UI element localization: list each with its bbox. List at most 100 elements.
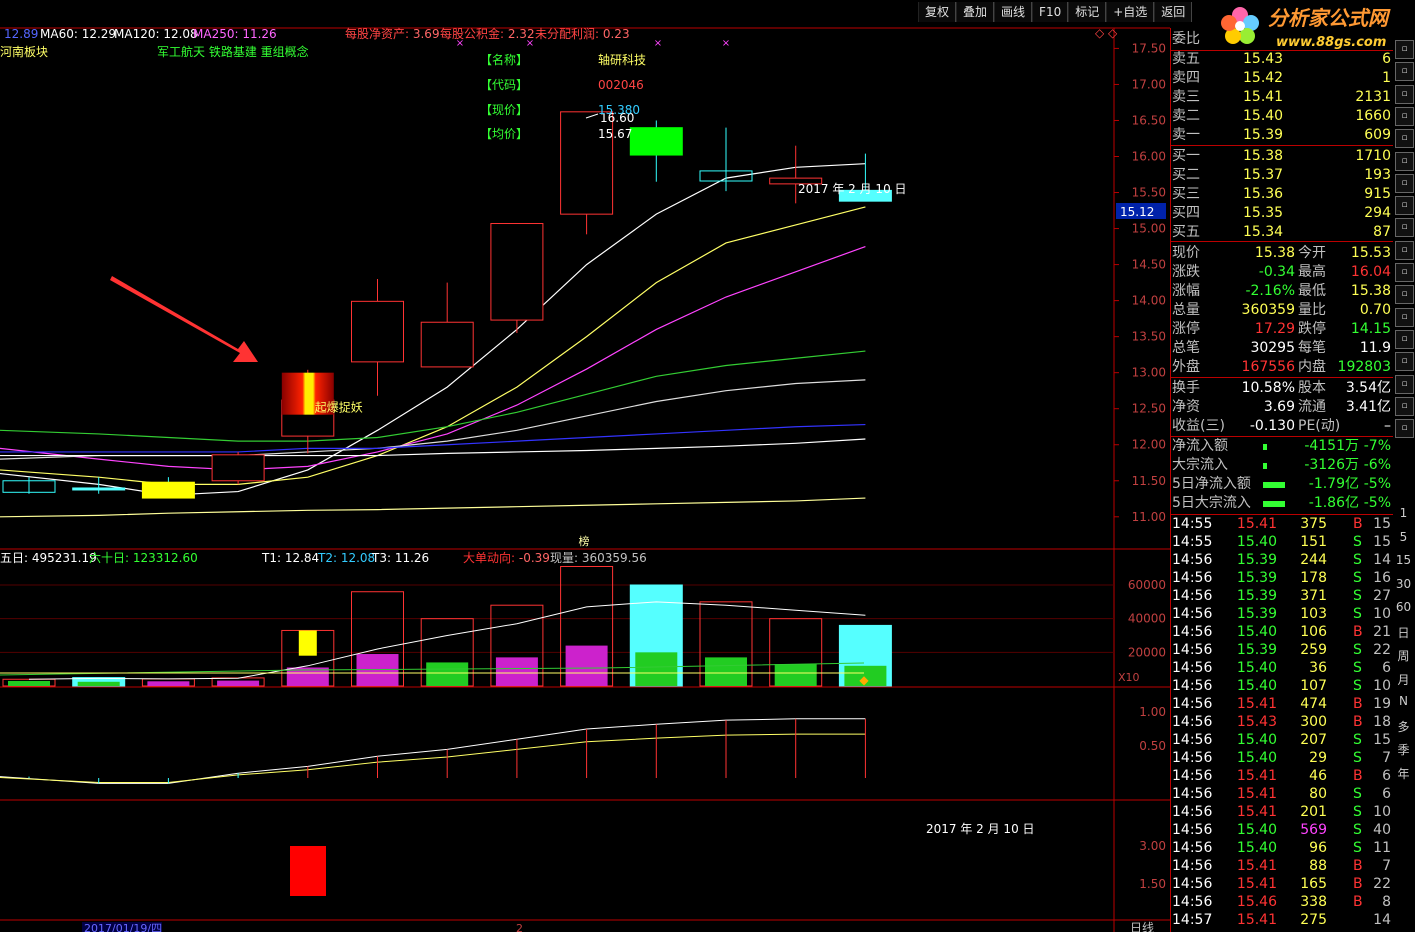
period-0[interactable]: 1	[1392, 506, 1415, 520]
toolbar-btn-4[interactable]: 标记	[1068, 2, 1107, 22]
f3-icon[interactable]: ▫	[1395, 285, 1414, 305]
flow-value: -4151万	[1304, 438, 1359, 454]
tick-count: 27	[1373, 588, 1391, 604]
period-6[interactable]: 周	[1392, 647, 1415, 664]
flow-label: 5日净流入额	[1172, 476, 1251, 492]
tick-price: 15.40	[1236, 840, 1277, 856]
tick-bs: S	[1353, 570, 1362, 586]
flow-value: -3126万	[1304, 457, 1359, 473]
divider	[1171, 377, 1393, 378]
rsi-icon[interactable]: ▫	[1395, 352, 1414, 372]
tick-vol: 201	[1300, 804, 1327, 820]
toolbar-btn-2[interactable]: 画线	[994, 2, 1033, 22]
rpt-icon[interactable]: ▫	[1395, 40, 1414, 59]
tick-time: 14:56	[1172, 570, 1213, 586]
tick-count: 18	[1373, 714, 1391, 730]
tick-count: 8	[1382, 894, 1391, 910]
tick-bs: B	[1353, 714, 1363, 730]
list-icon[interactable]: ▫	[1395, 84, 1414, 104]
tick-vol: 338	[1300, 894, 1327, 910]
tick-bs: S	[1353, 642, 1362, 658]
macd-icon[interactable]: ▫	[1395, 329, 1414, 349]
f2-icon[interactable]: ▫	[1395, 263, 1414, 282]
period-11[interactable]: 年	[1392, 765, 1415, 782]
big-order-label: 大单动向: -0.39	[463, 550, 550, 565]
tick-time: 14:56	[1172, 678, 1213, 694]
doc-icon[interactable]: ▫	[1395, 218, 1414, 238]
period-7[interactable]: 月	[1392, 671, 1415, 688]
period-4[interactable]: 60	[1392, 600, 1415, 614]
inner-volume-bar	[147, 681, 190, 686]
period-3[interactable]: 30	[1392, 577, 1415, 591]
tick-price: 15.40	[1236, 750, 1277, 766]
toolbar-btn-0[interactable]: 复权	[918, 2, 957, 22]
y-tick-label: 16.00	[1132, 150, 1166, 164]
y-tick-label: 15.00	[1132, 222, 1166, 236]
period-5[interactable]: 日	[1392, 624, 1415, 641]
tool-strip: ▫ ▫ ▫ ▫ ▫ ▫ ▫ ▫ ▫ ▫ ▫ ▫ ▫ ▫ ▫ ▫ ▫ ▫ 1 5 15 30 60 日周月 N 多季年	[1392, 40, 1415, 932]
tick-vol: 106	[1300, 624, 1327, 640]
page-icon[interactable]: ▫	[1395, 62, 1414, 82]
period-9[interactable]: 多	[1392, 718, 1415, 735]
ind-line	[0, 718, 866, 784]
tick-vol: 569	[1300, 822, 1327, 838]
stat-label: 今开	[1298, 245, 1326, 261]
period-2[interactable]: 15	[1392, 553, 1415, 567]
k-icon[interactable]: ▫	[1395, 173, 1414, 193]
orderbook-label: 买三	[1172, 186, 1200, 202]
candle-icon[interactable]: ▫	[1395, 151, 1414, 171]
stat-label: 外盘	[1172, 359, 1200, 375]
f1-icon[interactable]: ▫	[1395, 240, 1414, 260]
info-value: 15.67	[598, 127, 632, 141]
diamond-icon: ◇	[1108, 26, 1118, 40]
orderbook-vol: 1	[1382, 70, 1391, 86]
ma-line-ma120	[0, 379, 866, 460]
circle-icon[interactable]: ▫	[1395, 307, 1414, 327]
tick-time: 14:56	[1172, 714, 1213, 730]
tick-price: 15.39	[1236, 606, 1277, 622]
stat-value: 11.9	[1359, 340, 1391, 356]
tick-bs: S	[1353, 822, 1362, 838]
price-chart[interactable]: 17.50 17.00 16.50 16.00 15.50 15.00 14.50 14.00…	[0, 0, 1170, 932]
inner-volume-bar	[217, 680, 260, 686]
toolbar-btn-6[interactable]: 返回	[1154, 2, 1193, 22]
toolbar-btn-3[interactable]: F10	[1032, 2, 1069, 22]
orderbook-label: 卖四	[1172, 70, 1200, 86]
tick-bs: S	[1353, 606, 1362, 622]
line-chart-icon[interactable]: ▫	[1395, 106, 1414, 126]
period-8[interactable]: N	[1392, 694, 1415, 708]
tick-bs: S	[1353, 840, 1362, 856]
stat-label: 内盘	[1298, 359, 1326, 375]
inner-volume-bar	[495, 657, 538, 686]
f10-icon[interactable]: ▫	[1395, 196, 1414, 216]
tick-bs: S	[1353, 732, 1362, 748]
period-label: 日线	[1130, 921, 1154, 932]
orderbook-vol: 87	[1373, 224, 1391, 240]
tick-price: 15.40	[1236, 678, 1277, 694]
ind-line2	[0, 733, 866, 784]
period-10[interactable]: 季	[1392, 741, 1415, 758]
refresh-icon[interactable]: ▫	[1395, 374, 1414, 394]
stat-label: 跌停	[1298, 321, 1326, 337]
move-icon[interactable]: ▫	[1395, 396, 1414, 416]
quote-panel: 委比 卖五 15.43 6 卖四 15.42 1 卖三 15.41 2131 卖二 15.40 1660…	[1170, 28, 1393, 932]
t2-label: T2: 12.08	[317, 551, 375, 565]
tick-bs: S	[1353, 588, 1362, 604]
y-tick-label: 11.50	[1132, 474, 1166, 488]
info-label: 【现价】	[480, 103, 528, 117]
tick-bs: B	[1353, 516, 1363, 532]
orderbook-price: 15.34	[1243, 224, 1284, 240]
bar-chart-icon[interactable]: ▫	[1395, 129, 1414, 149]
inner-volume-bar	[774, 664, 817, 686]
tick-bs: B	[1353, 624, 1363, 640]
tick-price: 15.40	[1236, 660, 1277, 676]
stat-value: 360359	[1241, 302, 1295, 318]
info-value: 002046	[598, 78, 644, 92]
period-1[interactable]: 5	[1392, 530, 1415, 544]
toolbar-btn-1[interactable]: 叠加	[956, 2, 995, 22]
stat2-label: 流通	[1298, 399, 1326, 415]
stat-value: 30295	[1250, 340, 1295, 356]
pen-icon[interactable]: ▫	[1395, 419, 1414, 439]
tick-bs: B	[1353, 858, 1363, 874]
toolbar-btn-5[interactable]: +自选	[1106, 2, 1155, 22]
